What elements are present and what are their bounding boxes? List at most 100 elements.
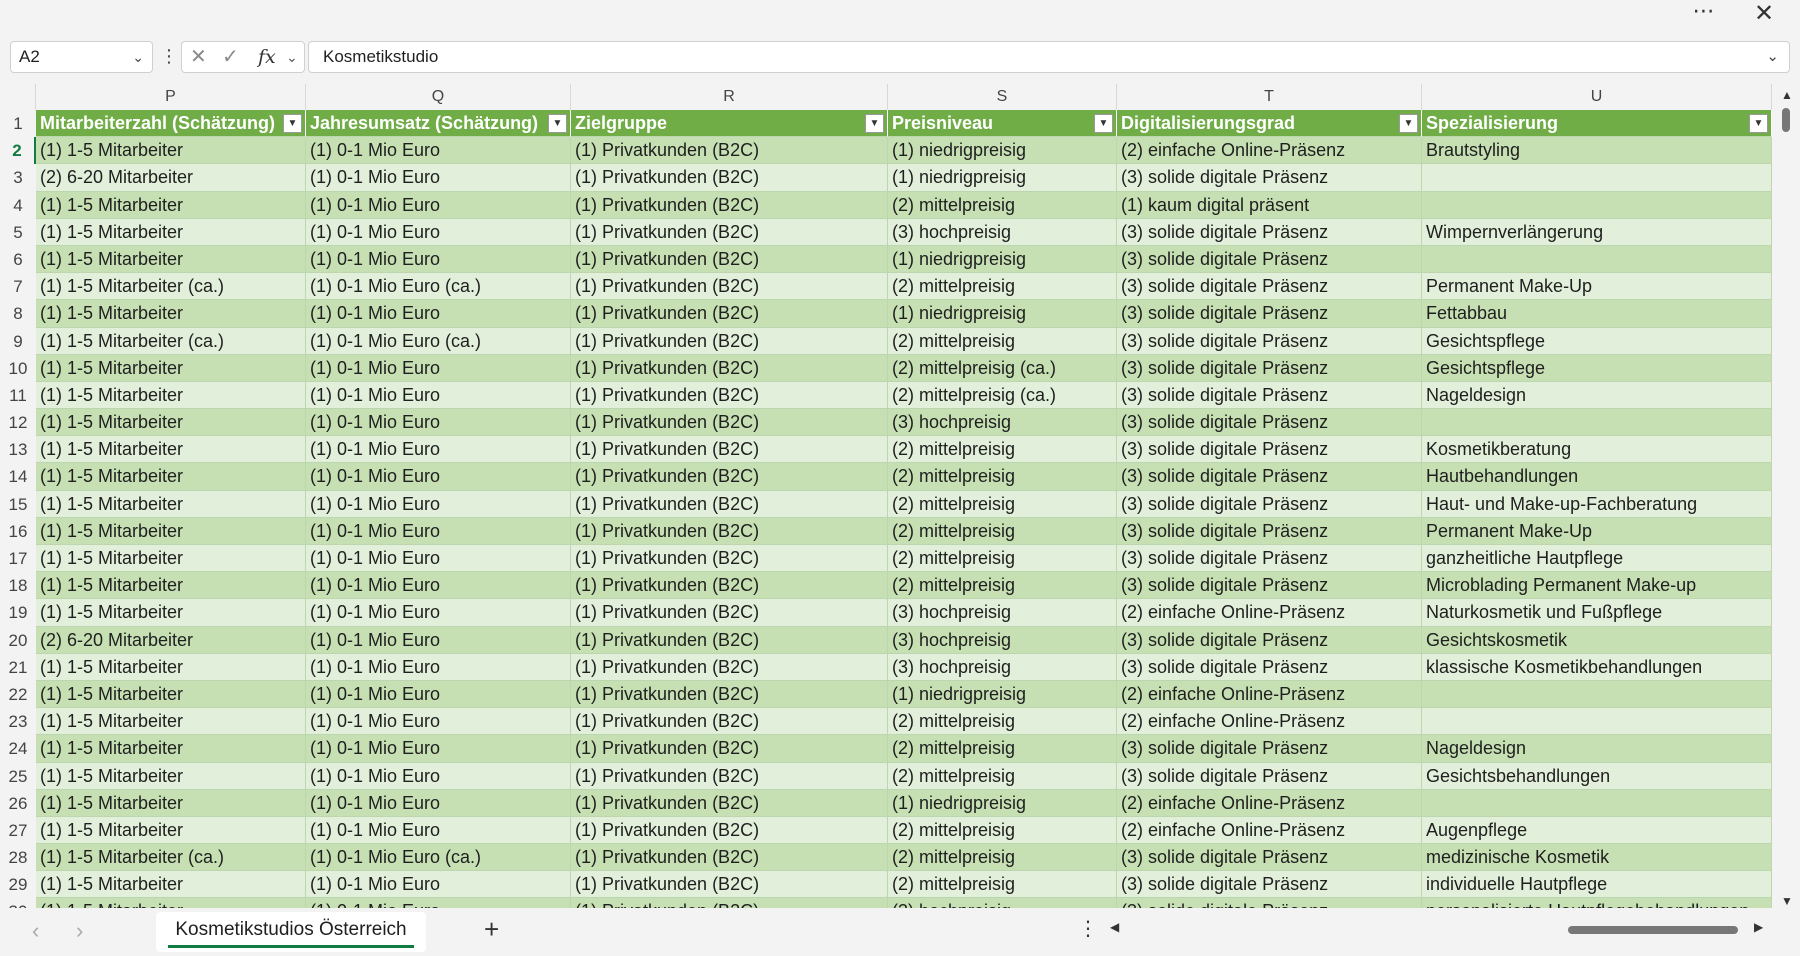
table-cell[interactable]: Hautbehandlungen	[1422, 463, 1772, 491]
chevron-down-icon[interactable]: ⌄	[132, 42, 144, 72]
table-cell[interactable]: Naturkosmetik und Fußpflege	[1422, 599, 1772, 627]
table-cell[interactable]: (3) solide digitale Präsenz	[1117, 626, 1422, 654]
table-cell[interactable]: (1) 0-1 Mio Euro	[306, 898, 571, 908]
table-cell[interactable]: Kosmetikberatung	[1422, 436, 1772, 464]
table-cell[interactable]: (2) einfache Online-Präsenz	[1117, 789, 1422, 817]
table-cell[interactable]: (1) 0-1 Mio Euro	[306, 545, 571, 573]
filter-dropdown-icon[interactable]: ▼	[283, 114, 302, 133]
table-cell[interactable]: (3) solide digitale Präsenz	[1117, 653, 1422, 681]
row-number[interactable]: 14	[0, 463, 36, 491]
table-cell[interactable]: (3) solide digitale Präsenz	[1117, 354, 1422, 382]
row-number[interactable]: 24	[0, 735, 36, 763]
table-cell[interactable]: (2) mittelpreisig	[888, 572, 1117, 600]
table-cell[interactable]: (1) 1-5 Mitarbeiter	[36, 545, 306, 573]
table-cell[interactable]: individuelle Hautpflege	[1422, 871, 1772, 899]
table-cell[interactable]: (2) mittelpreisig	[888, 490, 1117, 518]
row-number[interactable]: 5	[0, 218, 36, 246]
table-cell[interactable]: Gesichtspflege	[1422, 354, 1772, 382]
table-cell[interactable]: (1) Privatkunden (B2C)	[571, 871, 888, 899]
table-cell[interactable]: (1) 0-1 Mio Euro	[306, 680, 571, 709]
table-cell[interactable]: (2) mittelpreisig	[888, 871, 1117, 899]
confirm-icon[interactable]: ✓	[222, 42, 239, 72]
table-cell[interactable]: (3) solide digitale Präsenz	[1117, 218, 1422, 246]
table-cell[interactable]: (1) Privatkunden (B2C)	[571, 680, 888, 709]
table-cell[interactable]: (1) 1-5 Mitarbeiter	[36, 300, 306, 328]
table-cell[interactable]: (2) mittelpreisig	[888, 273, 1117, 301]
filter-dropdown-icon[interactable]: ▼	[865, 114, 884, 133]
row-number[interactable]: 20	[0, 626, 36, 654]
table-cell[interactable]: (3) solide digitale Präsenz	[1117, 463, 1422, 491]
table-cell[interactable]: Gesichtspflege	[1422, 327, 1772, 355]
table-cell[interactable]: (1) 1-5 Mitarbeiter (ca.)	[36, 327, 306, 355]
table-cell[interactable]: (1) Privatkunden (B2C)	[571, 898, 888, 908]
table-cell[interactable]: (1) 0-1 Mio Euro	[306, 789, 571, 817]
table-cell[interactable]: (1) Privatkunden (B2C)	[571, 626, 888, 654]
table-cell[interactable]: Microblading Permanent Make-up	[1422, 572, 1772, 600]
row-number[interactable]: 4	[0, 191, 36, 219]
table-cell[interactable]: (1) Privatkunden (B2C)	[571, 789, 888, 817]
table-cell[interactable]	[1422, 708, 1772, 736]
table-cell[interactable]	[1422, 409, 1772, 437]
table-cell[interactable]: (1) 0-1 Mio Euro	[306, 164, 571, 192]
table-cell[interactable]: (1) 0-1 Mio Euro (ca.)	[306, 844, 571, 872]
table-cell[interactable]: (1) Privatkunden (B2C)	[571, 327, 888, 355]
table-cell[interactable]: (1) 1-5 Mitarbeiter	[36, 517, 306, 545]
row-number[interactable]: 25	[0, 762, 36, 790]
table-cell[interactable]: (1) 0-1 Mio Euro	[306, 354, 571, 382]
expand-formula-icon[interactable]: ⌄	[1766, 42, 1779, 72]
previous-sheet-icon[interactable]: ‹	[32, 918, 39, 944]
table-cell[interactable]: (1) Privatkunden (B2C)	[571, 245, 888, 274]
table-cell[interactable]: (1) 0-1 Mio Euro	[306, 381, 571, 410]
table-cell[interactable]: (3) solide digitale Präsenz	[1117, 844, 1422, 872]
table-cell[interactable]: (1) Privatkunden (B2C)	[571, 409, 888, 437]
table-cell[interactable]: (3) solide digitale Präsenz	[1117, 409, 1422, 437]
table-cell[interactable]: (3) solide digitale Präsenz	[1117, 762, 1422, 790]
table-cell[interactable]: (1) 0-1 Mio Euro	[306, 517, 571, 545]
table-cell[interactable]: (3) solide digitale Präsenz	[1117, 735, 1422, 763]
table-cell[interactable]: (1) Privatkunden (B2C)	[571, 354, 888, 382]
spreadsheet-grid[interactable]: PQRSTU 1 Mitarbeiterzahl (Schätzung) ▼ Jahr…	[0, 84, 1772, 908]
table-cell[interactable]: (3) solide digitale Präsenz	[1117, 898, 1422, 908]
row-number[interactable]: 27	[0, 816, 36, 845]
cancel-icon[interactable]: ✕	[190, 42, 207, 72]
table-cell[interactable]: Gesichtskosmetik	[1422, 626, 1772, 654]
table-cell[interactable]: (2) mittelpreisig	[888, 708, 1117, 736]
table-cell[interactable]: (3) solide digitale Präsenz	[1117, 273, 1422, 301]
table-cell[interactable]: (1) Privatkunden (B2C)	[571, 381, 888, 410]
table-cell[interactable]: (1) 1-5 Mitarbeiter	[36, 653, 306, 681]
table-cell[interactable]: (1) Privatkunden (B2C)	[571, 164, 888, 192]
filter-dropdown-icon[interactable]: ▼	[1094, 114, 1113, 133]
header-cell[interactable]: Preisniveau ▼	[888, 110, 1117, 138]
table-cell[interactable]: (1) 1-5 Mitarbeiter	[36, 898, 306, 908]
header-cell[interactable]: Spezialisierung ▼	[1422, 110, 1772, 138]
table-cell[interactable]: (1) 0-1 Mio Euro	[306, 463, 571, 491]
vertical-scrollbar[interactable]: ▲ ▼	[1774, 84, 1800, 908]
table-cell[interactable]: (1) 1-5 Mitarbeiter	[36, 490, 306, 518]
row-number[interactable]: 3	[0, 164, 36, 192]
row-number[interactable]: 23	[0, 708, 36, 736]
table-cell[interactable]: Permanent Make-Up	[1422, 517, 1772, 545]
scroll-right-icon[interactable]: ▶	[1754, 920, 1763, 934]
table-cell[interactable]	[1422, 789, 1772, 817]
table-cell[interactable]: Gesichtsbehandlungen	[1422, 762, 1772, 790]
table-cell[interactable]: klassische Kosmetikbehandlungen	[1422, 653, 1772, 681]
table-cell[interactable]: (3) solide digitale Präsenz	[1117, 871, 1422, 899]
row-number[interactable]: 8	[0, 300, 36, 328]
table-cell[interactable]: Augenpflege	[1422, 816, 1772, 845]
table-cell[interactable]: (1) Privatkunden (B2C)	[571, 137, 888, 165]
table-cell[interactable]: (1) Privatkunden (B2C)	[571, 572, 888, 600]
formula-bar-options-icon[interactable]: ⋮	[160, 40, 178, 74]
table-cell[interactable]: (1) 1-5 Mitarbeiter	[36, 191, 306, 219]
table-cell[interactable]: (1) 1-5 Mitarbeiter	[36, 762, 306, 790]
table-cell[interactable]: (1) 0-1 Mio Euro	[306, 762, 571, 790]
formula-input[interactable]: Kosmetikstudio ⌄	[308, 41, 1790, 73]
table-cell[interactable]: (2) 6-20 Mitarbeiter	[36, 626, 306, 654]
table-cell[interactable]: (1) 1-5 Mitarbeiter	[36, 871, 306, 899]
table-cell[interactable]: (1) Privatkunden (B2C)	[571, 517, 888, 545]
table-cell[interactable]: (1) 1-5 Mitarbeiter (ca.)	[36, 844, 306, 872]
column-header-t[interactable]: T	[1117, 84, 1422, 110]
table-cell[interactable]: (1) kaum digital präsent	[1117, 191, 1422, 219]
table-cell[interactable]: (1) Privatkunden (B2C)	[571, 816, 888, 845]
table-cell[interactable]: (2) einfache Online-Präsenz	[1117, 599, 1422, 627]
table-cell[interactable]: personalisierte Hautpflegebehandlungen	[1422, 898, 1772, 908]
